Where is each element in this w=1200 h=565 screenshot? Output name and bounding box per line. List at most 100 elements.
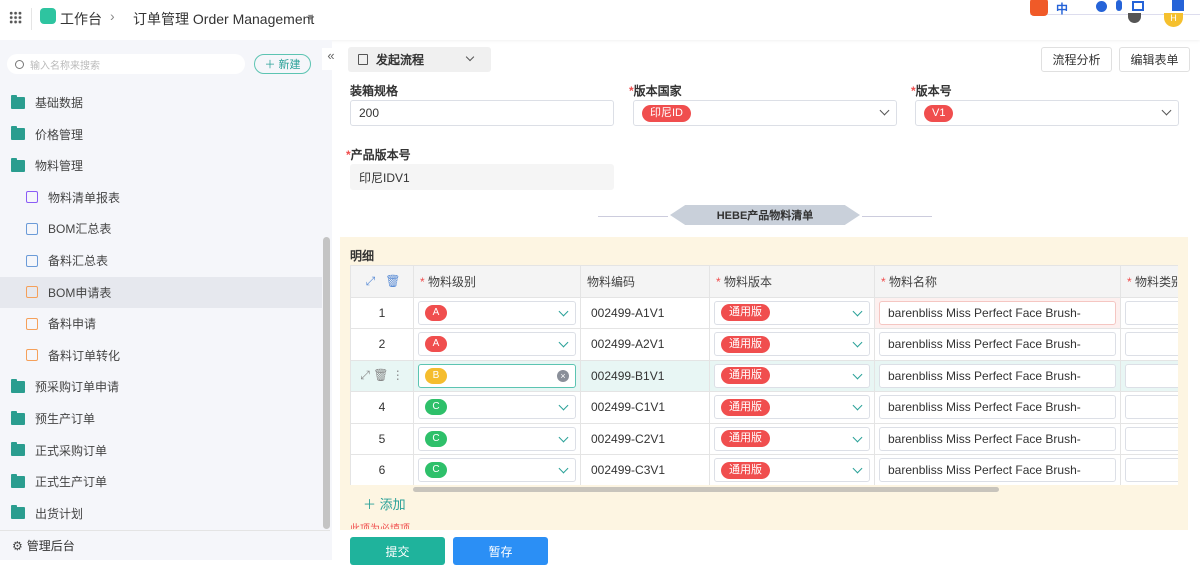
level-tag: C [425,462,447,479]
category-input[interactable] [1125,426,1178,451]
level-select[interactable]: A [418,332,576,357]
keyboard-icon[interactable] [1132,1,1144,11]
chevron-down-icon [558,400,569,411]
version-cell: 通用版 [709,454,875,485]
name-input[interactable]: barenbliss Miss Perfect Face Brush- [879,363,1116,388]
sidebar-item[interactable]: 正式采购订单 [0,435,322,466]
trash-icon[interactable]: 🗑 [373,368,388,382]
packing-label: 装箱规格 [350,84,399,98]
category-input[interactable] [1125,300,1178,325]
help-icon[interactable] [1128,13,1141,23]
chevron-down-icon [558,432,569,443]
workspace-link[interactable]: 工作台 [60,9,102,29]
version-select[interactable]: V1 [915,100,1179,126]
country-tag: 印尼ID [642,104,691,122]
emoji-icon[interactable] [1096,1,1107,12]
name-input[interactable]: barenbliss Miss Perfect Face Brush- [879,458,1116,483]
sidebar-item-label: 价格管理 [35,127,84,142]
table-horizontal-scrollbar[interactable] [413,487,999,492]
plus-icon: ＋ [363,497,380,512]
trash-icon[interactable]: 🗑 [385,274,400,288]
submit-button[interactable]: 提交 [350,537,445,565]
table-row: 1 A 002499-A1V1 通用版 barenbliss Miss Perfect … [350,296,1178,329]
breadcrumb-separator-icon: › [110,8,115,24]
detail-title: 明细 [350,249,375,263]
category-input[interactable] [1125,458,1178,483]
sogou-logo-icon [1030,0,1048,16]
sidebar-scrollbar[interactable] [323,237,330,529]
code-cell: 002499-C3V1 [580,454,710,485]
version-select[interactable]: 通用版 [714,332,870,357]
mic-icon[interactable] [1116,0,1122,11]
sidebar-item-label: 备料订单转化 [48,348,121,363]
save-draft-button[interactable]: 暂存 [453,537,548,565]
code-cell: 002499-B1V1 [580,359,710,392]
sidebar-item[interactable]: 价格管理 [0,119,322,150]
version-select[interactable]: 通用版 [714,426,870,451]
breadcrumb-dropdown-icon[interactable]: ▼ [306,12,315,22]
level-select[interactable]: C [418,458,576,483]
flow-analysis-button[interactable]: 流程分析 [1041,47,1112,72]
version-select[interactable]: 通用版 [714,363,870,388]
name-input[interactable]: barenbliss Miss Perfect Face Brush- [879,395,1116,420]
level-select[interactable]: C [418,426,576,451]
version-select[interactable]: 通用版 [714,300,870,325]
clear-icon[interactable]: × [557,369,569,382]
add-row-button[interactable]: ＋ 添加 [363,494,406,513]
sidebar-item[interactable]: 预采购订单申请 [0,371,322,402]
name-cell: barenbliss Miss Perfect Face Brush- [874,328,1121,361]
apps-grid-icon[interactable] [9,11,22,24]
sidebar-item[interactable]: BOM申请表 [0,276,322,308]
level-select[interactable]: B × [418,363,576,388]
version-select[interactable]: 通用版 [714,458,870,483]
collapse-sidebar-button[interactable]: « [322,48,340,70]
column-header-version: * 物料版本 [709,265,875,298]
box-icon [26,254,38,267]
name-input[interactable]: barenbliss Miss Perfect Face Brush- [879,332,1116,357]
sidebar-item-label: 备料申请 [48,317,97,332]
code-cell: 002499-A1V1 [580,296,710,329]
sidebar-item[interactable]: 物料管理 [0,150,322,181]
name-input[interactable]: barenbliss Miss Perfect Face Brush- [879,426,1116,451]
search-input[interactable]: 输入名称来搜索 [7,54,245,74]
category-cell [1120,454,1178,485]
level-select[interactable]: C [418,395,576,420]
folder-icon [11,378,25,393]
expand-icon[interactable]: ⤢ [366,274,376,288]
expand-icon[interactable]: ⤢ [360,368,370,382]
sidebar-item[interactable]: 备料汇总表 [0,245,322,276]
breadcrumb-current[interactable]: 订单管理 Order Management [133,9,314,29]
sidebar-footer[interactable]: ⚙ 管理后台 [0,530,330,560]
version-select[interactable]: 通用版 [714,395,870,420]
ime-language[interactable]: 中 [1056,0,1068,17]
sidebar-item[interactable]: 出货计划 [0,498,322,529]
version-cell: 通用版 [709,391,875,424]
sidebar-item-label: 基础数据 [35,96,84,110]
new-button[interactable]: ＋新建 [254,54,311,74]
category-input[interactable] [1125,395,1178,420]
more-icon[interactable]: ⋮ [392,368,404,382]
folder-icon [11,157,25,172]
form-icon [358,54,368,65]
category-input[interactable] [1125,332,1178,357]
edit-form-button[interactable]: 编辑表单 [1119,47,1190,72]
start-flow-dropdown[interactable]: 发起流程 [348,47,491,72]
sidebar-item[interactable]: 基础数据 [0,87,322,118]
sidebar-item[interactable]: 正式生产订单 [0,466,322,497]
sidebar-item[interactable]: BOM汇总表 [0,213,322,244]
sidebar-item-label: 正式生产订单 [35,475,108,490]
packing-input[interactable]: 200 [350,100,614,126]
category-input[interactable] [1125,363,1178,388]
country-select[interactable]: 印尼ID [633,100,897,126]
sidebar-item[interactable]: 备料订单转化 [0,340,322,371]
folder-icon [11,126,25,141]
avatar[interactable]: H [1164,13,1183,27]
sidebar-item[interactable]: 物料清单报表 [0,182,322,213]
skin-icon[interactable] [1172,0,1184,11]
sidebar-item[interactable]: 备料申请 [0,308,322,339]
level-select[interactable]: A [418,300,576,325]
name-input[interactable]: barenbliss Miss Perfect Face Brush- [879,300,1116,325]
sidebar-item[interactable]: 预生产订单 [0,403,322,434]
plus-icon: ＋ [264,59,276,71]
level-tag: C [425,399,447,416]
